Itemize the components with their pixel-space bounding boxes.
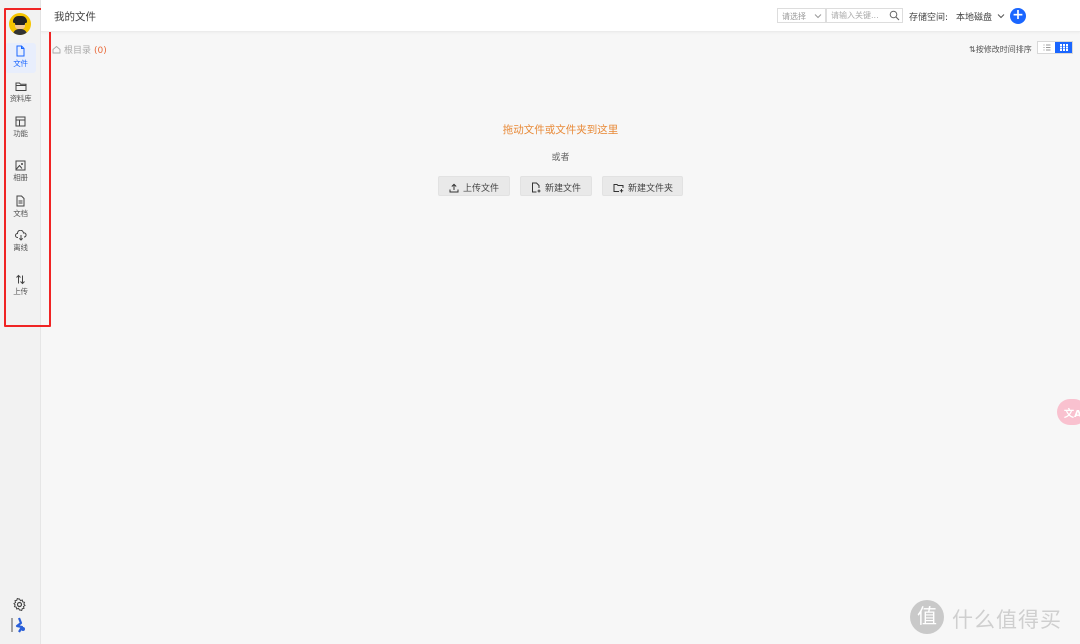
new-file-button[interactable]: 新建文件: [520, 176, 592, 196]
view-toggle: [1037, 41, 1073, 54]
new-file-label: 新建文件: [545, 184, 582, 194]
new-folder-icon: [613, 184, 624, 193]
breadcrumb-root[interactable]: 根目录: [64, 46, 91, 56]
storage-label: 存储空间:: [909, 13, 949, 23]
upload-file-label: 上传文件: [463, 184, 500, 194]
watermark-text: 什么值得买: [952, 608, 1062, 632]
filter-select[interactable]: 请选择: [777, 8, 826, 23]
drop-zone-hint: 拖动文件或文件夹到这里: [502, 124, 619, 136]
new-file-icon: [532, 182, 541, 193]
highlight-frame: [4, 8, 51, 327]
add-button[interactable]: +: [1010, 8, 1026, 24]
settings-button[interactable]: [13, 596, 26, 615]
list-view-button[interactable]: [1038, 42, 1055, 53]
or-text: 或者: [551, 153, 570, 163]
home-icon[interactable]: [52, 45, 61, 54]
new-folder-label: 新建文件夹: [628, 184, 674, 194]
chevron-down-icon[interactable]: [997, 12, 1005, 20]
watermark-logo: 值: [910, 600, 944, 634]
page-title: 我的文件: [54, 11, 96, 23]
upload-icon: [449, 183, 459, 193]
new-folder-button[interactable]: 新建文件夹: [602, 176, 683, 196]
grid-icon: [1059, 44, 1068, 51]
header: 我的文件 请选择 存储空间: 本地磁盘 +: [41, 0, 1080, 32]
app-logo-icon: [11, 617, 25, 633]
app-logo[interactable]: [10, 616, 28, 638]
sort-button[interactable]: ⇅按修改时间排序: [969, 44, 1032, 55]
chevron-down-icon: [814, 14, 822, 19]
settings-icon: [13, 597, 26, 612]
file-count: (0): [94, 46, 107, 56]
upload-file-button[interactable]: 上传文件: [438, 176, 510, 196]
translate-button[interactable]: 文A: [1057, 399, 1080, 425]
breadcrumb: 根目录 (0): [52, 43, 107, 56]
search-icon[interactable]: [889, 10, 900, 21]
grid-view-button[interactable]: [1055, 42, 1072, 53]
filter-select-placeholder: 请选择: [782, 12, 806, 21]
list-icon: [1043, 44, 1050, 51]
storage-select[interactable]: 本地磁盘: [956, 10, 992, 23]
